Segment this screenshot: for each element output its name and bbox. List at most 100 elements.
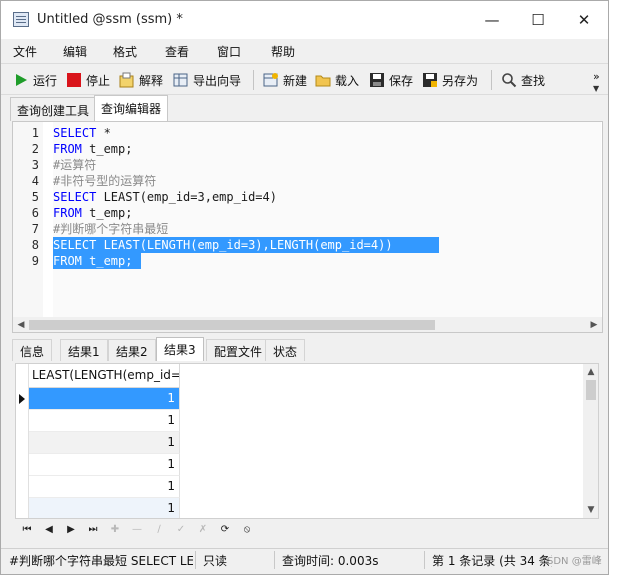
table-cell[interactable]: 1 bbox=[29, 432, 180, 454]
current-row-arrow-icon bbox=[19, 394, 25, 404]
row-indicator-current[interactable] bbox=[16, 388, 29, 410]
toolbar-separator bbox=[253, 70, 254, 90]
row-indicator[interactable] bbox=[16, 476, 29, 498]
tab-status[interactable]: 状态 bbox=[265, 339, 306, 361]
stop-button[interactable]: 停止 bbox=[66, 70, 110, 90]
sql-text: LEAST(emp_id=3,emp_id=4) bbox=[96, 190, 277, 204]
next-record-icon[interactable]: ▶ bbox=[64, 522, 78, 536]
find-button[interactable]: 查找 bbox=[501, 70, 545, 90]
row-indicator[interactable] bbox=[16, 432, 29, 454]
editor-horizontal-scrollbar[interactable]: ◀ ▶ bbox=[13, 317, 602, 332]
sql-comment: #运算符 bbox=[53, 158, 97, 172]
scroll-left-icon[interactable]: ◀ bbox=[13, 317, 29, 332]
menu-window[interactable]: 窗口 bbox=[217, 43, 241, 60]
watermark: CSDN @雷峰 bbox=[540, 556, 602, 567]
maximize-button[interactable]: ☐ bbox=[515, 1, 561, 39]
load-button[interactable]: 载入 bbox=[315, 70, 359, 90]
play-icon bbox=[13, 72, 29, 88]
tab-result-1[interactable]: 结果1 bbox=[60, 339, 108, 361]
line-number: 4 bbox=[31, 174, 39, 188]
save-as-button[interactable]: 另存为 bbox=[422, 70, 478, 90]
sql-comment: #判断哪个字符串最短 bbox=[53, 222, 169, 236]
stop-icon bbox=[66, 72, 82, 88]
export-wizard-label: 导出向导 bbox=[193, 73, 242, 88]
stop-label: 停止 bbox=[86, 73, 111, 88]
run-label: 运行 bbox=[33, 73, 58, 88]
result-grid[interactable]: LEAST(LENGTH(emp_id=3),LENGTH(emp_id=4))… bbox=[15, 363, 599, 519]
tab-query-editor[interactable]: 查询编辑器 bbox=[94, 95, 169, 121]
row-indicator[interactable] bbox=[16, 498, 29, 518]
code-area[interactable]: SELECT * FROM t_emp; #运算符 #非符号型的运算符 SELE… bbox=[53, 122, 601, 317]
tab-result-3[interactable]: 结果3 bbox=[156, 337, 204, 361]
sql-text: t_emp; bbox=[81, 254, 133, 268]
window-title: Untitled @ssm (ssm) * bbox=[37, 12, 183, 27]
scroll-up-icon[interactable]: ▲ bbox=[583, 364, 598, 379]
menu-format[interactable]: 格式 bbox=[113, 43, 137, 60]
folder-icon bbox=[315, 72, 331, 88]
explain-icon bbox=[119, 72, 135, 88]
tab-query-builder[interactable]: 查询创建工具 bbox=[10, 97, 97, 121]
sql-keyword: FROM bbox=[53, 142, 82, 156]
tab-profile[interactable]: 配置文件 bbox=[206, 339, 271, 361]
menu-file[interactable]: 文件 bbox=[13, 43, 37, 60]
new-button[interactable]: 新建 bbox=[263, 70, 307, 90]
close-button[interactable]: ✕ bbox=[561, 1, 607, 39]
grid-corner bbox=[16, 364, 29, 388]
line-number: 8 bbox=[31, 238, 39, 252]
minimize-button[interactable]: — bbox=[469, 1, 515, 39]
scroll-down-icon[interactable]: ▼ bbox=[583, 502, 598, 517]
sql-keyword: FROM bbox=[53, 206, 82, 220]
toolbar: 运行 停止 解释 导出向导 新建 载入 保存 另存为 查找 » ▼ bbox=[1, 63, 608, 95]
previous-record-icon[interactable]: ◀ bbox=[42, 522, 56, 536]
export-icon bbox=[173, 72, 189, 88]
run-button[interactable]: 运行 bbox=[13, 70, 57, 90]
title-bar: Untitled @ssm (ssm) * — ☐ ✕ bbox=[1, 1, 608, 39]
apply-changes-icon[interactable]: ✓ bbox=[174, 522, 188, 536]
row-indicator[interactable] bbox=[16, 454, 29, 476]
table-cell[interactable]: 1 bbox=[29, 498, 180, 518]
refresh-icon[interactable]: ⟳ bbox=[218, 522, 232, 536]
scrollbar-thumb[interactable] bbox=[29, 320, 435, 330]
table-cell[interactable]: 1 bbox=[29, 476, 180, 498]
sql-keyword: SELECT bbox=[53, 190, 97, 204]
delete-record-icon[interactable]: — bbox=[130, 522, 144, 536]
menu-edit[interactable]: 编辑 bbox=[63, 43, 87, 60]
tab-info[interactable]: 信息 bbox=[12, 339, 53, 361]
status-bar: #判断哪个字符串最短 SELECT LEAST(LENGTH(emp_id=3)… bbox=[1, 548, 608, 570]
table-cell[interactable]: 1 bbox=[29, 454, 180, 476]
status-separator bbox=[274, 551, 275, 569]
new-label: 新建 bbox=[283, 73, 308, 88]
sql-comment: #非符号型的运算符 bbox=[53, 174, 157, 188]
explain-button[interactable]: 解释 bbox=[119, 70, 163, 90]
status-separator bbox=[195, 551, 196, 569]
code-line: #非符号型的运算符 bbox=[53, 173, 156, 189]
export-wizard-button[interactable]: 导出向导 bbox=[173, 70, 241, 90]
menu-view[interactable]: 查看 bbox=[165, 43, 189, 60]
row-indicator[interactable] bbox=[16, 410, 29, 432]
tab-result-2[interactable]: 结果2 bbox=[108, 339, 156, 361]
save-button[interactable]: 保存 bbox=[369, 70, 413, 90]
sql-editor[interactable]: 1 2 3 4 5 6 7 8 9 SELECT * FROM t_emp; #… bbox=[12, 121, 603, 333]
load-label: 载入 bbox=[335, 73, 360, 88]
scroll-right-icon[interactable]: ▶ bbox=[586, 317, 602, 332]
sql-text: * bbox=[96, 126, 111, 140]
scrollbar-thumb[interactable] bbox=[586, 380, 596, 400]
edit-record-icon[interactable]: ∕ bbox=[152, 522, 166, 536]
toolbar-separator bbox=[491, 70, 492, 90]
status-query-time: 查询时间: 0.003s bbox=[282, 554, 379, 568]
add-record-icon[interactable]: ✚ bbox=[108, 522, 122, 536]
save-icon bbox=[369, 72, 385, 88]
table-cell[interactable]: 1 bbox=[29, 388, 180, 410]
discard-changes-icon[interactable]: ✗ bbox=[196, 522, 210, 536]
code-line: FROM t_emp; bbox=[53, 141, 132, 157]
first-record-icon[interactable]: ⏮ bbox=[20, 522, 34, 536]
column-header[interactable]: LEAST(LENGTH(emp_id=3),LENGTH(emp_id=4)) bbox=[29, 364, 180, 388]
menu-help[interactable]: 帮助 bbox=[271, 43, 295, 60]
last-record-icon[interactable]: ⏭ bbox=[86, 522, 100, 536]
grid-vertical-scrollbar[interactable]: ▲ ▼ bbox=[583, 364, 598, 518]
explain-label: 解释 bbox=[139, 73, 164, 88]
stop-query-icon[interactable]: ⦸ bbox=[240, 522, 254, 536]
line-number: 3 bbox=[31, 158, 39, 172]
table-cell[interactable]: 1 bbox=[29, 410, 180, 432]
toolbar-overflow-button[interactable]: » bbox=[593, 66, 600, 86]
